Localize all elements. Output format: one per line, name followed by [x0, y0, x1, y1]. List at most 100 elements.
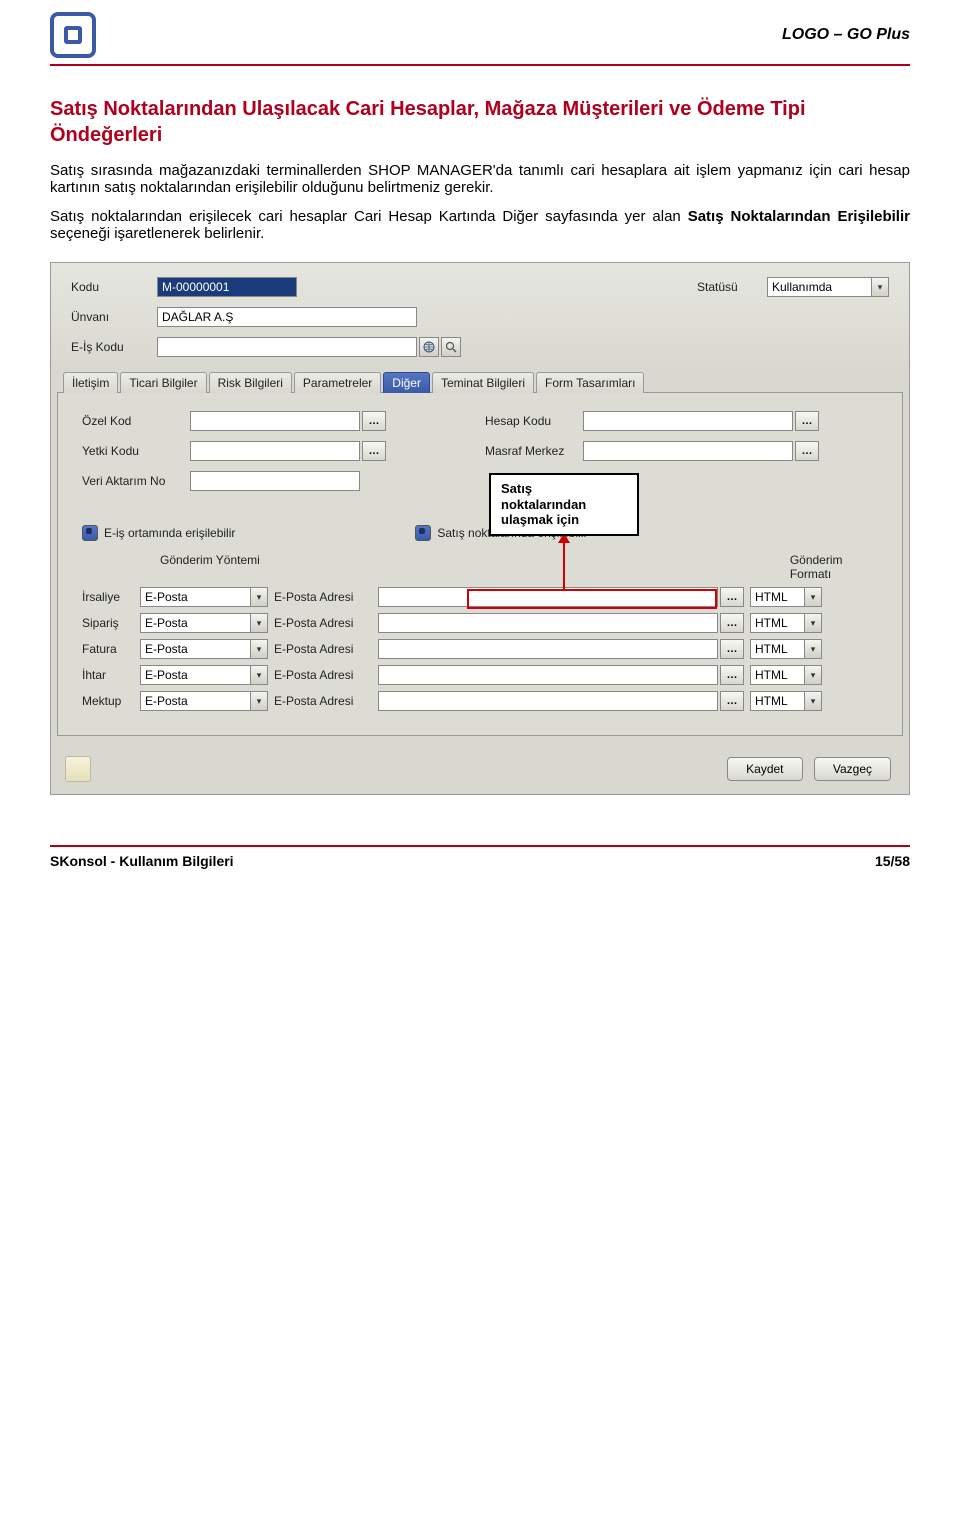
- label-kodu: Kodu: [71, 280, 157, 294]
- input-masraf-merkez[interactable]: [583, 441, 793, 461]
- chevron-down-icon[interactable]: ▾: [804, 691, 822, 711]
- lookup-eposta[interactable]: …: [720, 613, 744, 633]
- row-label: İhtar: [82, 668, 140, 682]
- input-unvani[interactable]: DAĞLAR A.Ş: [157, 307, 417, 327]
- chevron-down-icon[interactable]: ▾: [250, 665, 268, 685]
- footer-page-number: 15/58: [875, 853, 910, 869]
- row-label: Mektup: [82, 694, 140, 708]
- tab-bar: İletişim Ticari Bilgiler Risk Bilgileri …: [51, 372, 909, 393]
- dialog-footer: Kaydet Vazgeç: [51, 742, 909, 794]
- label-statusu: Statüsü: [697, 280, 767, 294]
- checkbox-eis-erisilebilir[interactable]: E-iş ortamında erişilebilir: [82, 525, 235, 541]
- input-eposta-adresi[interactable]: [378, 691, 718, 711]
- lookup-hesap-kodu[interactable]: …: [795, 411, 819, 431]
- label-eposta-adresi: E-Posta Adresi: [274, 616, 378, 630]
- chevron-down-icon[interactable]: ▾: [250, 639, 268, 659]
- input-yetki-kodu[interactable]: [190, 441, 360, 461]
- input-eposta-adresi[interactable]: [378, 613, 718, 633]
- annotation-arrow: [563, 535, 565, 591]
- save-button[interactable]: Kaydet: [727, 757, 802, 781]
- globe-icon[interactable]: [419, 337, 439, 357]
- lookup-eposta[interactable]: …: [720, 665, 744, 685]
- doc-title: Satış Noktalarından Ulaşılacak Cari Hesa…: [50, 96, 910, 148]
- grid-row-fatura: Fatura E-Posta▾ E-Posta Adresi … HTML▾: [82, 639, 878, 659]
- label-unvani: Ünvanı: [71, 310, 157, 324]
- grid-row-mektup: Mektup E-Posta▾ E-Posta Adresi … HTML▾: [82, 691, 878, 711]
- input-veri-aktarim-no[interactable]: [190, 471, 360, 491]
- chevron-down-icon[interactable]: ▾: [804, 587, 822, 607]
- doc-p2-c: seçeneği işaretlenerek belirlenir.: [50, 225, 264, 242]
- header-gonderim-formati: Gönderim Formatı: [790, 553, 878, 581]
- app-window: Kodu M-00000001 Statüsü Kullanımda ▾ Ünv…: [50, 262, 910, 795]
- combo-method[interactable]: E-Posta▾: [140, 639, 268, 659]
- tab-risk-bilgileri[interactable]: Risk Bilgileri: [209, 372, 292, 393]
- combo-method[interactable]: E-Posta▾: [140, 665, 268, 685]
- label-yetki-kodu: Yetki Kodu: [82, 444, 190, 458]
- checkbox-icon: [415, 525, 431, 541]
- tab-ticari-bilgiler[interactable]: Ticari Bilgiler: [120, 372, 206, 393]
- grid-header: Gönderim Yöntemi Gönderim Formatı: [82, 553, 878, 581]
- label-eposta-adresi: E-Posta Adresi: [274, 668, 378, 682]
- label-veri-aktarim-no: Veri Aktarım No: [82, 474, 190, 488]
- footer-left: SKonsol - Kullanım Bilgileri: [50, 853, 875, 869]
- combo-method[interactable]: E-Posta▾: [140, 691, 268, 711]
- chevron-down-icon[interactable]: ▾: [804, 639, 822, 659]
- annotation-highlight-box: [467, 589, 717, 609]
- input-eposta-adresi[interactable]: [378, 639, 718, 659]
- combo-method[interactable]: E-Posta▾: [140, 613, 268, 633]
- lookup-yetki-kodu[interactable]: …: [362, 441, 386, 461]
- label-hesap-kodu: Hesap Kodu: [485, 414, 583, 428]
- tab-parametreler[interactable]: Parametreler: [294, 372, 381, 393]
- check-label-1: E-iş ortamında erişilebilir: [104, 526, 235, 540]
- tab-body-diger: Özel Kod … Yetki Kodu … Veri Aktarım No: [57, 392, 903, 736]
- chevron-down-icon[interactable]: ▾: [804, 665, 822, 685]
- cancel-button[interactable]: Vazgeç: [814, 757, 891, 781]
- combo-statusu-value[interactable]: Kullanımda: [767, 277, 871, 297]
- input-eposta-adresi[interactable]: [378, 665, 718, 685]
- note-icon[interactable]: [65, 756, 91, 782]
- row-label: Fatura: [82, 642, 140, 656]
- chevron-down-icon[interactable]: ▾: [250, 691, 268, 711]
- lookup-eposta[interactable]: …: [720, 691, 744, 711]
- lookup-ozel-kod[interactable]: …: [362, 411, 386, 431]
- label-eposta-adresi: E-Posta Adresi: [274, 642, 378, 656]
- combo-method[interactable]: E-Posta▾: [140, 587, 268, 607]
- lookup-masraf-merkez[interactable]: …: [795, 441, 819, 461]
- logo-icon: [50, 12, 96, 58]
- combo-format[interactable]: HTML▾: [750, 587, 822, 607]
- input-ozel-kod[interactable]: [190, 411, 360, 431]
- label-eposta-adresi: E-Posta Adresi: [274, 694, 378, 708]
- doc-p2-b: Satış Noktalarından Erişilebilir: [688, 208, 910, 225]
- row-label: İrsaliye: [82, 590, 140, 604]
- combo-format[interactable]: HTML▾: [750, 665, 822, 685]
- lookup-eposta[interactable]: …: [720, 587, 744, 607]
- tab-diger[interactable]: Diğer: [383, 372, 430, 393]
- combo-format[interactable]: HTML▾: [750, 613, 822, 633]
- tab-form-tasarimlari[interactable]: Form Tasarımları: [536, 372, 644, 393]
- brand-label: LOGO – GO Plus: [782, 26, 910, 44]
- doc-paragraph-1: Satış sırasında mağazanızdaki terminalle…: [50, 162, 910, 196]
- chevron-down-icon[interactable]: ▾: [250, 587, 268, 607]
- form-header-area: Kodu M-00000001 Statüsü Kullanımda ▾ Ünv…: [51, 263, 909, 371]
- input-hesap-kodu[interactable]: [583, 411, 793, 431]
- input-eiskodu[interactable]: [157, 337, 417, 357]
- row-label: Sipariş: [82, 616, 140, 630]
- combo-format[interactable]: HTML▾: [750, 691, 822, 711]
- lookup-eposta[interactable]: …: [720, 639, 744, 659]
- doc-p2-a: Satış noktalarından erişilecek cari hesa…: [50, 208, 688, 225]
- chevron-down-icon[interactable]: ▾: [250, 613, 268, 633]
- annotation-callout: Satış noktalarından ulaşmak için: [489, 473, 639, 536]
- tab-iletisim[interactable]: İletişim: [63, 372, 118, 393]
- chevron-down-icon[interactable]: ▾: [871, 277, 889, 297]
- checkbox-icon: [82, 525, 98, 541]
- label-masraf-merkez: Masraf Merkez: [485, 444, 583, 458]
- search-icon[interactable]: [441, 337, 461, 357]
- combo-statusu[interactable]: Kullanımda ▾: [767, 277, 889, 297]
- chevron-down-icon[interactable]: ▾: [804, 613, 822, 633]
- tab-teminat-bilgileri[interactable]: Teminat Bilgileri: [432, 372, 534, 393]
- label-eiskodu: E-İş Kodu: [71, 340, 157, 354]
- page-header: LOGO – GO Plus: [50, 0, 910, 66]
- header-gonderim-yontemi: Gönderim Yöntemi: [160, 553, 296, 581]
- input-kodu[interactable]: M-00000001: [157, 277, 297, 297]
- combo-format[interactable]: HTML▾: [750, 639, 822, 659]
